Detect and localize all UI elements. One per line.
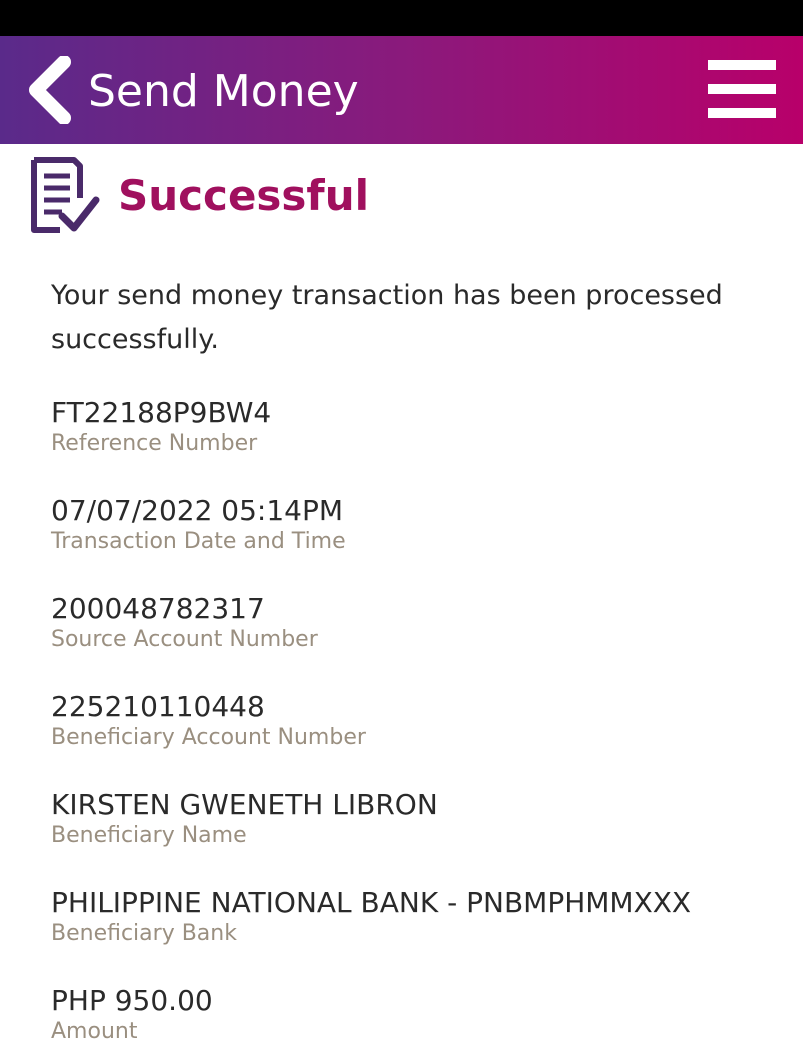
field-label: Amount: [51, 1019, 138, 1044]
amount-field: PHP 950.00 Amount: [51, 984, 771, 1046]
back-button[interactable]: [22, 55, 76, 125]
status-title: Successful: [118, 171, 369, 220]
field-value: 07/07/2022 05:14PM: [51, 494, 344, 527]
field-value: PHILIPPINE NATIONAL BANK - PNBMPHMMXXX: [51, 886, 692, 919]
beneficiary-account-field: 225210110448 Beneficiary Account Number: [51, 690, 771, 752]
field-label: Beneficiary Name: [51, 823, 247, 848]
status-message: Your send money transaction has been pro…: [51, 280, 723, 355]
receipt-check-icon: [26, 156, 102, 236]
field-value: KIRSTEN GWENETH LIBRON: [51, 788, 438, 821]
field-label: Transaction Date and Time: [51, 529, 346, 554]
page-title: Send Money: [88, 66, 359, 117]
transaction-date-field: 07/07/2022 05:14PM Transaction Date and …: [51, 494, 771, 556]
field-label: Reference Number: [51, 431, 258, 456]
app-header: Send Money: [0, 36, 803, 144]
chevron-left-icon: [29, 55, 71, 125]
field-value: 225210110448: [51, 690, 265, 723]
field-label: Beneficiary Bank: [51, 921, 237, 946]
beneficiary-name-field: KIRSTEN GWENETH LIBRON Beneficiary Name: [51, 788, 771, 850]
reference-number-field: FT22188P9BW4 Reference Number: [51, 396, 771, 458]
status-bar: [0, 0, 803, 36]
field-label: Beneficiary Account Number: [51, 725, 366, 750]
field-value: PHP 950.00: [51, 984, 213, 1017]
field-label: Source Account Number: [51, 627, 318, 652]
beneficiary-bank-field: PHILIPPINE NATIONAL BANK - PNBMPHMMXXX B…: [51, 886, 771, 948]
field-value: FT22188P9BW4: [51, 396, 272, 429]
menu-button[interactable]: [708, 58, 778, 120]
source-account-field: 200048782317 Source Account Number: [51, 592, 771, 654]
field-value: 200048782317: [51, 592, 265, 625]
